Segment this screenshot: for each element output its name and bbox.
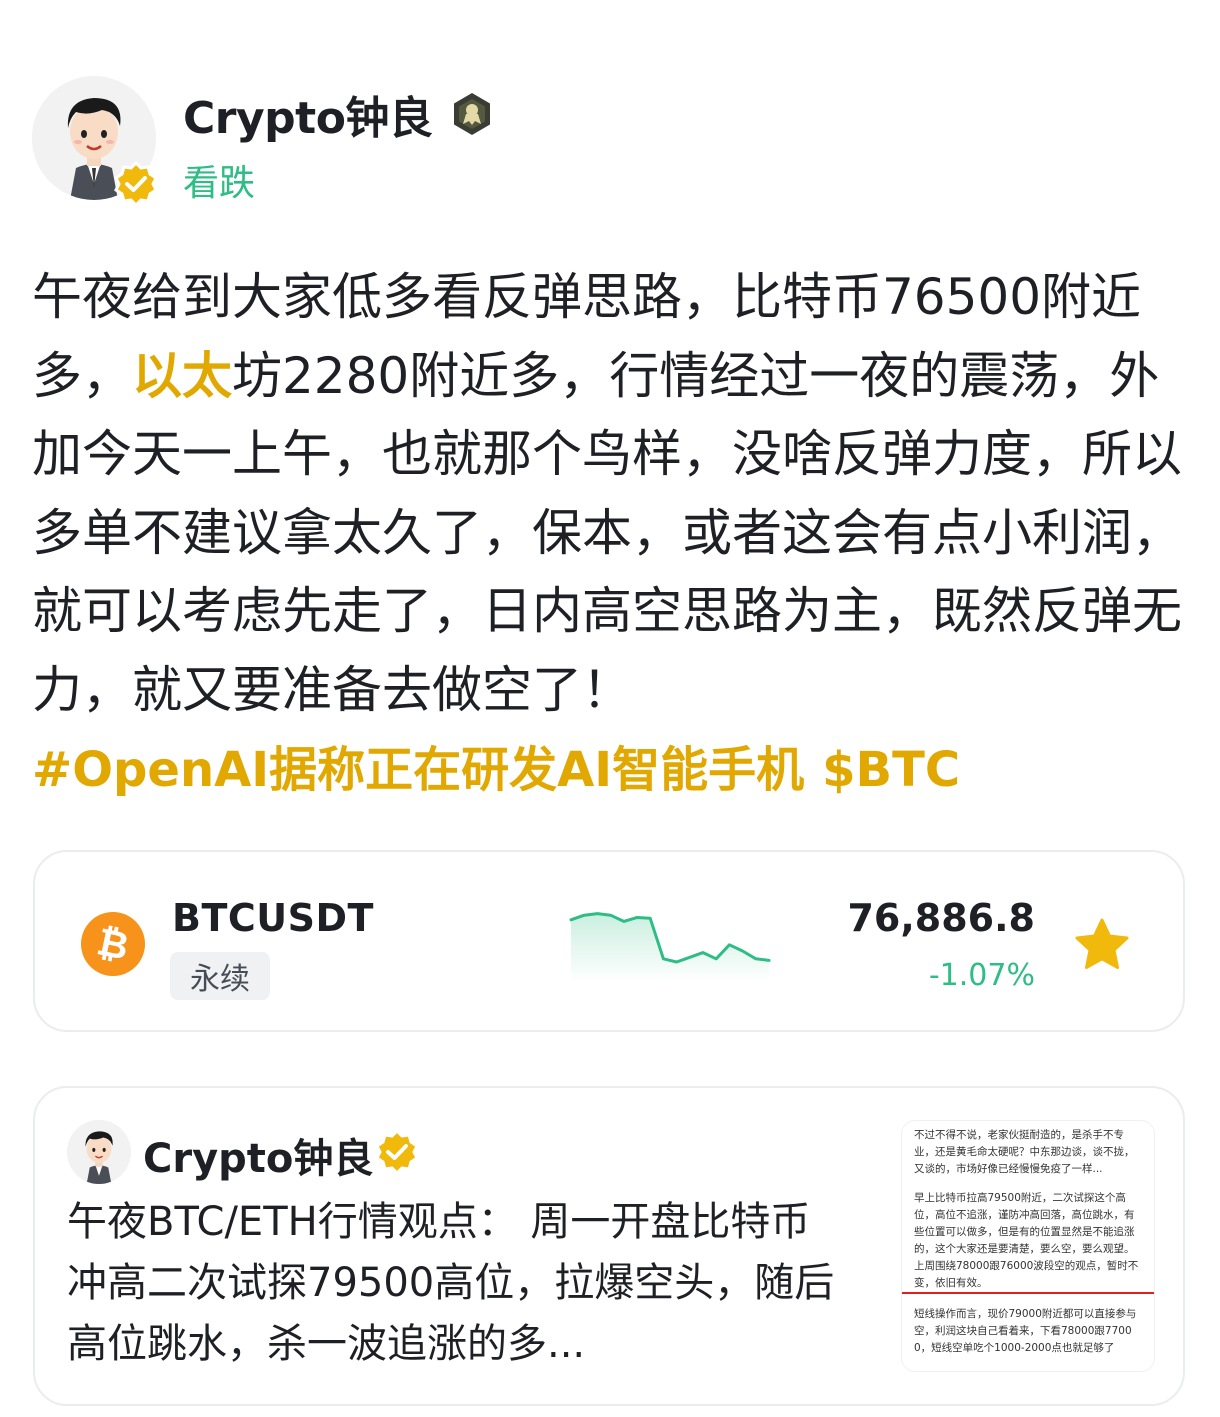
quoted-author-name[interactable]: Crypto钟良 — [143, 1126, 373, 1184]
star-icon[interactable] — [1073, 916, 1131, 974]
post-tags: #OpenAI据称正在研发AI智能手机 $BTC — [32, 730, 978, 800]
author-name[interactable]: Crypto钟良 — [183, 82, 433, 146]
quoted-post-card[interactable]: Crypto钟良 午夜BTC/ETH行情观点： 周一开盘比特币冲高二次试探795… — [33, 1086, 1185, 1406]
price-sparkline — [569, 912, 771, 982]
ticker-symbol: BTCUSDT — [172, 896, 374, 940]
ticker-price: 76,886.8 — [847, 896, 1035, 940]
hashtag-link[interactable]: #OpenAI据称正在研发AI智能手机 — [32, 742, 804, 798]
quoted-post-image[interactable]: 不过不得不说，老家伙挺耐造的，是杀手不专业，还是黄毛命太硬呢？中东那边谈，谈不拢… — [901, 1120, 1155, 1372]
post-highlight-link[interactable]: 以太 — [132, 347, 232, 405]
ticker-card[interactable]: ₿ BTCUSDT 永续 76,886.8 -1.07% — [33, 850, 1185, 1032]
cashtag-link[interactable]: $BTC — [822, 742, 960, 798]
quoted-post-text: 午夜BTC/ETH行情观点： 周一开盘比特币冲高二次试探79500高位，拉爆空头… — [67, 1199, 835, 1367]
bitcoin-icon: ₿ — [81, 912, 145, 976]
ticker-change: -1.07% — [928, 958, 1035, 993]
verified-check-icon — [114, 160, 158, 208]
contract-type-tag: 永续 — [170, 952, 270, 1000]
post-text: 午夜给到大家低多看反弹思路，比特币76500附近多，以太坊2280附近多，行情经… — [32, 258, 1192, 729]
image-text-paragraph: 不过不得不说，老家伙挺耐造的，是杀手不专业，还是黄毛命太硬呢？中东那边谈，谈不拢… — [914, 1129, 1135, 1175]
cartoon-avatar-icon — [67, 1120, 131, 1184]
image-text-paragraph: 短线操作而言，现价79000附近都可以直接参与空，利润这块自己看着来，下看780… — [914, 1308, 1137, 1354]
verified-check-icon — [375, 1128, 419, 1176]
image-text-paragraph: 早上比特币拉高79500附近，二次试探这个高位，高位不追涨，谨防冲高回落，高位跳… — [902, 1190, 1154, 1294]
level-badge-icon[interactable] — [448, 90, 496, 138]
quoted-author-avatar[interactable] — [67, 1120, 131, 1184]
stance-label: 看跌 — [183, 163, 256, 204]
